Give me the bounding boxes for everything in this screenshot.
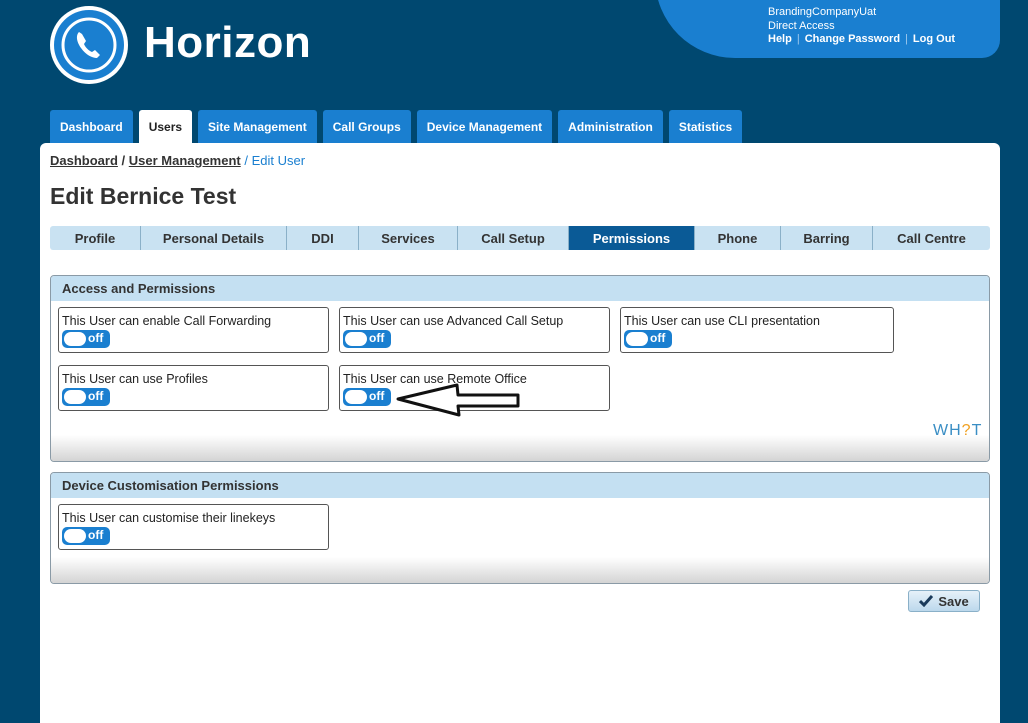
permission-label: This User can use CLI presentation <box>624 314 820 328</box>
arrow-annotation-icon <box>396 383 520 417</box>
permission-label: This User can customise their linekeys <box>62 511 276 525</box>
linekeys-toggle[interactable]: off <box>62 527 110 545</box>
profiles-toggle[interactable]: off <box>62 388 110 406</box>
breadcrumb-separator: / <box>240 153 252 168</box>
nav-tab-device-management[interactable]: Device Management <box>416 110 553 143</box>
permission-card: This User can use CLI presentation off <box>620 307 894 353</box>
nav-tab-dashboard[interactable]: Dashboard <box>50 110 133 143</box>
nav-tab-site-management[interactable]: Site Management <box>198 110 317 143</box>
breadcrumb: Dashboard / User Management / Edit User <box>50 153 305 168</box>
permission-label: This User can enable Call Forwarding <box>62 314 272 328</box>
breadcrumb-current: Edit User <box>251 153 306 168</box>
tab-ddi[interactable]: DDI <box>287 226 359 250</box>
brand-name: Horizon <box>144 18 312 67</box>
permission-label: This User can use Advanced Call Setup <box>343 314 564 328</box>
nav-tab-users[interactable]: Users <box>138 110 193 143</box>
tab-phone[interactable]: Phone <box>695 226 781 250</box>
breadcrumb-separator: / <box>117 153 129 168</box>
nav-tab-call-groups[interactable]: Call Groups <box>322 110 411 143</box>
tab-services[interactable]: Services <box>359 226 458 250</box>
whit-logo: WH?T <box>933 422 983 439</box>
remote-office-toggle[interactable]: off <box>343 388 391 406</box>
permission-card: This User can use Profiles off <box>58 365 329 411</box>
permission-label: This User can use Profiles <box>62 372 208 386</box>
section-title: Access and Permissions <box>51 276 989 301</box>
nav-tab-administration[interactable]: Administration <box>558 110 663 143</box>
user-subtabs: Profile Personal Details DDI Services Ca… <box>50 226 990 250</box>
checkmark-icon <box>919 595 934 607</box>
advanced-call-setup-toggle[interactable]: off <box>343 330 391 348</box>
save-button[interactable]: Save <box>908 590 980 612</box>
logout-link[interactable]: Log Out <box>913 33 955 45</box>
help-link[interactable]: Help <box>768 33 792 45</box>
tab-personal-details[interactable]: Personal Details <box>141 226 287 250</box>
permission-card: This User can use Advanced Call Setup of… <box>339 307 610 353</box>
tab-profile[interactable]: Profile <box>50 226 141 250</box>
nav-tab-statistics[interactable]: Statistics <box>668 110 743 143</box>
phone-icon <box>61 17 117 73</box>
tab-call-centre[interactable]: Call Centre <box>873 226 990 250</box>
tab-call-setup[interactable]: Call Setup <box>458 226 569 250</box>
section-title: Device Customisation Permissions <box>51 473 989 498</box>
cli-presentation-toggle[interactable]: off <box>624 330 672 348</box>
save-label: Save <box>938 593 969 609</box>
permission-card: This User can enable Call Forwarding off <box>58 307 329 353</box>
breadcrumb-dashboard[interactable]: Dashboard <box>50 153 118 168</box>
account-info: BrandingCompanyUat Direct Access <box>768 5 876 33</box>
main-nav: Dashboard Users Site Management Call Gro… <box>50 110 743 143</box>
call-forwarding-toggle[interactable]: off <box>62 330 110 348</box>
change-password-link[interactable]: Change Password <box>805 33 900 45</box>
breadcrumb-user-management[interactable]: User Management <box>129 153 241 168</box>
horizon-logo <box>50 6 128 84</box>
account-access: Direct Access <box>768 20 835 32</box>
account-company: BrandingCompanyUat <box>768 6 877 18</box>
page-title: Edit Bernice Test <box>50 183 237 209</box>
account-links: Help | Change Password | Log Out <box>768 33 956 45</box>
tab-barring[interactable]: Barring <box>781 226 873 250</box>
tab-permissions[interactable]: Permissions <box>569 226 695 250</box>
permission-card: This User can customise their linekeys o… <box>58 504 329 550</box>
